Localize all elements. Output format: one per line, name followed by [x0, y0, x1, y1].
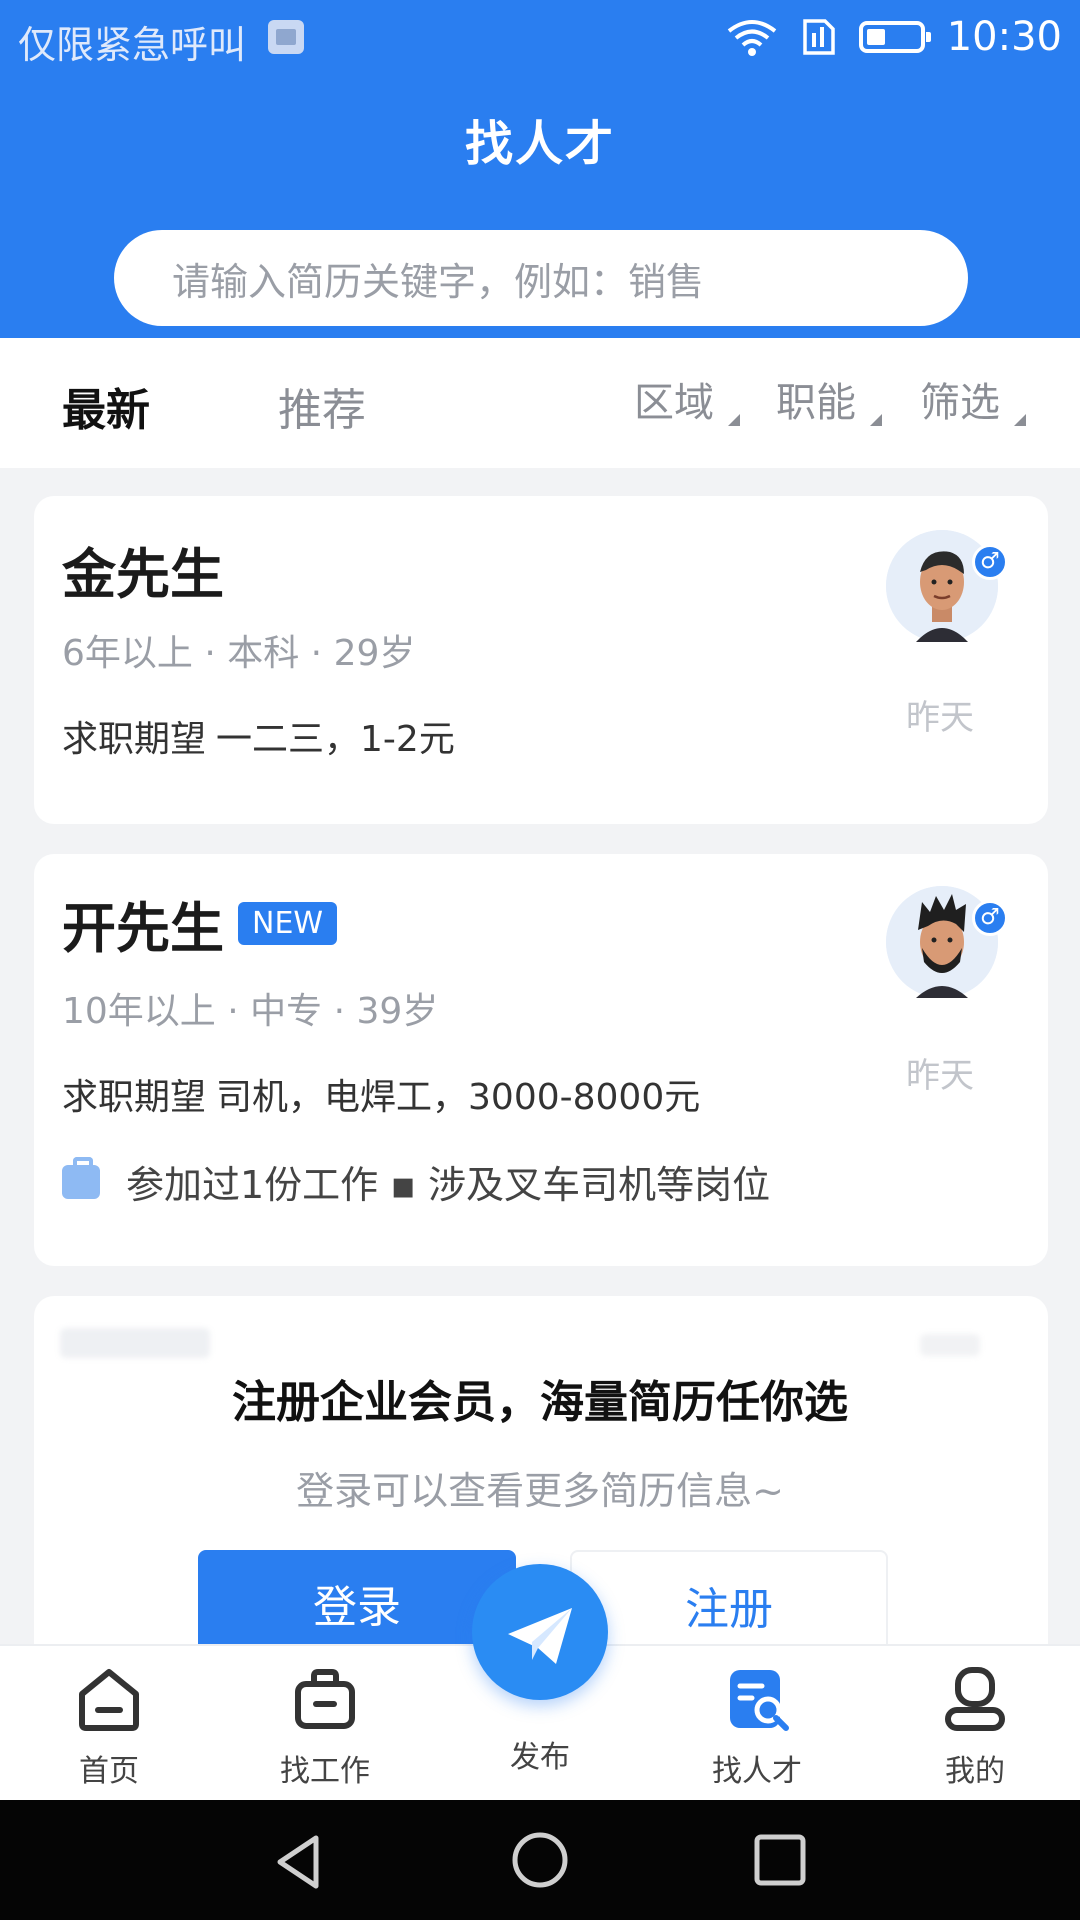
filter-function-label: 职能	[776, 380, 856, 426]
paper-plane-icon	[508, 1608, 572, 1664]
candidate-name-text: 金先生	[62, 543, 224, 606]
post-date: 昨天	[906, 698, 974, 738]
briefcase-icon	[62, 1156, 100, 1199]
dropdown-triangle-icon	[1014, 414, 1026, 426]
candidate-expectation: 求职期望 司机，电焊工，3000-8000元	[62, 1068, 700, 1120]
blurred-name-placeholder	[60, 1328, 210, 1358]
header: 仅限紧急呼叫 10:30 找人才 请输入简历关键字，例如：销售	[0, 0, 1080, 338]
candidate-name-text: 开先生	[62, 897, 224, 960]
search-placeholder: 请输入简历关键字，例如：销售	[172, 259, 705, 304]
nav-home[interactable]: 首页	[34, 1664, 184, 1790]
filter-function[interactable]: 职能	[776, 370, 882, 428]
status-bar: 仅限紧急呼叫 10:30	[0, 0, 1080, 76]
system-nav-bar	[0, 1800, 1080, 1920]
post-date: 昨天	[906, 1056, 974, 1096]
work-experience: 参加过1份工作 ▪ 涉及叉车司机等岗位	[62, 1154, 770, 1209]
briefcase-icon	[295, 1669, 355, 1729]
user-icon	[945, 1667, 1005, 1731]
candidate-name: 金先生	[62, 530, 224, 609]
dropdown-triangle-icon	[870, 414, 882, 426]
clock: 10:30	[946, 14, 1062, 60]
candidate-card[interactable]: 开先生 NEW 10年以上 · 中专 · 39岁 求职期望 司机，电焊工，3000…	[34, 854, 1048, 1266]
carrier-text: 仅限紧急呼叫	[18, 23, 247, 67]
image-notification-icon	[268, 20, 304, 54]
login-prompt-subtitle: 登录可以查看更多简历信息~	[296, 1469, 784, 1513]
search-input[interactable]: 请输入简历关键字，例如：销售	[114, 230, 968, 326]
recent-apps-icon[interactable]	[752, 1832, 808, 1888]
avatar: ♂	[886, 886, 1008, 998]
work-experience-text: 参加过1份工作 ▪ 涉及叉车司机等岗位	[126, 1163, 771, 1207]
nav-find-talent[interactable]: 找人才	[682, 1664, 832, 1790]
sim-card-icon	[802, 19, 835, 55]
candidate-meta: 10年以上 · 中专 · 39岁	[62, 991, 439, 1032]
login-prompt-title: 注册企业会员，海量简历任你选	[232, 1377, 848, 1428]
nav-publish-label: 发布	[510, 1740, 570, 1775]
expectation-label: 求职期望	[62, 719, 207, 760]
nav-mine-label: 我的	[945, 1754, 1005, 1789]
male-gender-icon: ♂	[972, 544, 1008, 580]
candidate-meta: 6年以上 · 本科 · 29岁	[62, 633, 416, 674]
expectation-value: 一二三，1-2元	[216, 719, 455, 760]
dropdown-triangle-icon	[728, 414, 740, 426]
page-title: 找人才	[464, 116, 615, 172]
filter-region-label: 区域	[634, 380, 714, 426]
filter-bar: 最新 推荐 区域 职能 筛选	[0, 338, 1080, 468]
nav-find-job-label: 找工作	[280, 1754, 370, 1789]
new-badge: NEW	[238, 902, 338, 945]
battery-icon	[858, 21, 931, 53]
nav-find-job[interactable]: 找工作	[250, 1664, 400, 1790]
candidate-name: 开先生 NEW	[62, 884, 338, 963]
filter-screen-label: 筛选	[920, 380, 1000, 426]
nav-home-label: 首页	[79, 1754, 139, 1789]
tab-recommended[interactable]: 推荐	[278, 374, 366, 438]
expectation-label: 求职期望	[62, 1077, 207, 1118]
nav-find-talent-label: 找人才	[712, 1754, 802, 1789]
wifi-icon	[727, 20, 776, 56]
candidate-expectation: 求职期望 一二三，1-2元	[62, 710, 455, 762]
filter-screen[interactable]: 筛选	[920, 370, 1026, 428]
nav-mine[interactable]: 我的	[900, 1664, 1050, 1790]
male-gender-icon: ♂	[972, 900, 1008, 936]
blurred-date-placeholder	[920, 1334, 980, 1356]
avatar: ♂	[886, 530, 1008, 642]
home-icon	[79, 1669, 139, 1731]
resume-search-icon	[730, 1670, 789, 1731]
back-icon[interactable]	[270, 1832, 330, 1892]
filter-region[interactable]: 区域	[634, 370, 740, 428]
home-circle-icon[interactable]	[510, 1830, 570, 1890]
expectation-value: 司机，电焊工，3000-8000元	[216, 1077, 701, 1118]
publish-button[interactable]	[472, 1564, 608, 1700]
candidate-card[interactable]: 金先生 6年以上 · 本科 · 29岁 求职期望 一二三，1-2元 ♂ 昨天	[34, 496, 1048, 824]
tab-latest[interactable]: 最新	[62, 374, 150, 438]
